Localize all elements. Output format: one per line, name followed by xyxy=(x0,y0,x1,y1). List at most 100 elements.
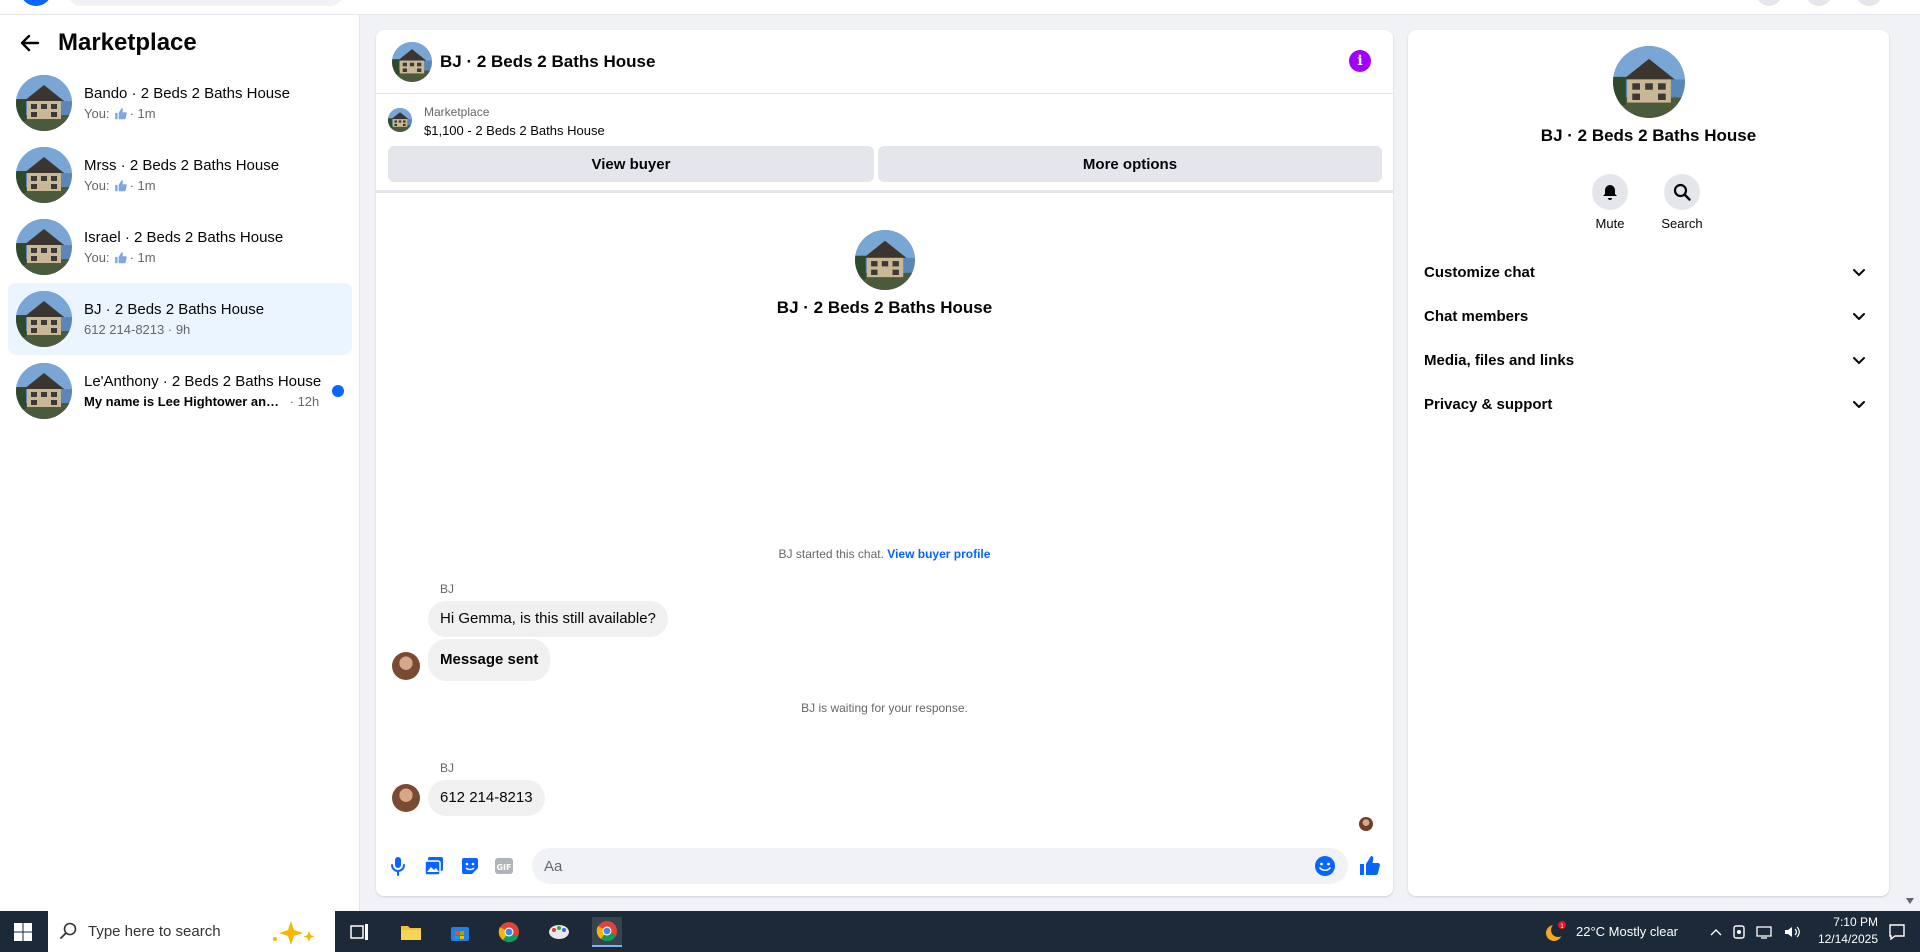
file-explorer-icon[interactable] xyxy=(396,917,426,947)
message-sender-label: BJ xyxy=(440,761,455,775)
conversation-name: Le'Anthony · 2 Beds 2 Baths House xyxy=(84,373,322,390)
chat-title[interactable]: BJ · 2 Beds 2 Baths House xyxy=(440,52,655,72)
message-bubble[interactable]: Hi Gemma, is this still available? xyxy=(428,601,668,637)
chat-members-section[interactable]: Chat members xyxy=(1416,294,1881,338)
conversation-details-panel: BJ · 2 Beds 2 Baths House Mute Search Cu… xyxy=(1408,30,1889,896)
chat-intro-thumbnail xyxy=(855,230,915,290)
chat-header: BJ · 2 Beds 2 Baths House i xyxy=(376,30,1393,94)
system-tray xyxy=(1710,911,1802,952)
profile-avatar[interactable] xyxy=(1856,0,1882,6)
conversation-item-bj[interactable]: BJ · 2 Beds 2 Baths House 612 214-8213 ·… xyxy=(8,283,352,355)
chrome-icon[interactable] xyxy=(494,917,524,947)
weather-text: 22°C Mostly clear xyxy=(1576,924,1679,939)
conversation-list: Bando · 2 Beds 2 Baths House You: · 1m Mr… xyxy=(8,67,352,427)
windows-start-icon[interactable] xyxy=(14,923,32,941)
customize-chat-section[interactable]: Customize chat xyxy=(1416,250,1881,294)
listing-price[interactable]: $1,100 - 2 Beds 2 Baths House xyxy=(424,123,605,138)
details-name: BJ · 2 Beds 2 Baths House xyxy=(1540,126,1757,145)
like-thumb-icon xyxy=(114,107,128,121)
search-icon xyxy=(60,922,77,939)
microsoft-store-icon[interactable] xyxy=(445,917,475,947)
search-in-conversation-button[interactable]: Search xyxy=(1652,174,1712,231)
meet-now-icon[interactable] xyxy=(1732,924,1746,940)
view-buyer-profile-link[interactable]: View buyer profile xyxy=(887,547,990,561)
sidebar-title: Marketplace xyxy=(58,29,197,56)
clock-time: 7:10 PM xyxy=(1833,915,1878,929)
mute-button[interactable]: Mute xyxy=(1580,174,1640,231)
sender-avatar[interactable] xyxy=(392,652,420,680)
chat-intro: BJ · 2 Beds 2 Baths House xyxy=(376,230,1393,318)
chevron-up-icon[interactable] xyxy=(1710,927,1722,937)
task-view-icon[interactable] xyxy=(345,917,375,947)
conversation-name: Mrss · 2 Beds 2 Baths House xyxy=(84,157,280,174)
details-thumbnail xyxy=(1613,46,1685,118)
chat-intro-name: BJ · 2 Beds 2 Baths House xyxy=(776,298,993,317)
message-bubble[interactable]: 612 214-8213 xyxy=(428,780,545,816)
taskbar-search-placeholder: Type here to search xyxy=(88,923,221,940)
emoji-icon[interactable] xyxy=(1314,855,1336,877)
volume-icon[interactable] xyxy=(1784,925,1802,939)
listing-thumbnail xyxy=(16,147,72,203)
svg-text:GIF: GIF xyxy=(496,863,511,872)
chrome-active-window-icon[interactable] xyxy=(592,917,622,947)
more-options-button[interactable]: More options xyxy=(878,146,1382,182)
listing-source-label: Marketplace xyxy=(424,105,490,119)
like-thumb-icon xyxy=(114,179,128,193)
weather-widget[interactable]: 1 22°C Mostly clear xyxy=(1544,911,1678,952)
message-sender-label: BJ xyxy=(440,582,455,596)
search-highlight-icon[interactable] xyxy=(265,919,325,945)
message-bubble[interactable]: Message sent xyxy=(428,639,551,681)
facebook-logo-icon[interactable] xyxy=(20,0,52,6)
search-icon xyxy=(1673,183,1691,201)
message-composer: GIF xyxy=(376,846,1393,886)
chat-header-thumbnail[interactable] xyxy=(392,42,432,82)
chat-panel: BJ · 2 Beds 2 Baths House i Marketplace … xyxy=(376,30,1393,896)
listing-thumbnail xyxy=(16,75,72,131)
chevron-down-icon xyxy=(1851,264,1867,280)
paint-app-icon[interactable] xyxy=(544,917,574,947)
conversation-name: Israel · 2 Beds 2 Baths House xyxy=(84,229,284,246)
media-files-links-section[interactable]: Media, files and links xyxy=(1416,338,1881,382)
facebook-search-input[interactable] xyxy=(68,0,343,6)
conversation-sidebar: Marketplace Bando · 2 Beds 2 Baths House… xyxy=(0,15,360,911)
listing-thumbnail xyxy=(16,219,72,275)
conversation-info-icon[interactable]: i xyxy=(1349,50,1371,72)
sender-avatar[interactable] xyxy=(392,784,420,812)
notification-center-icon[interactable] xyxy=(1888,923,1906,941)
chevron-down-icon xyxy=(1851,308,1867,324)
conversation-name: BJ · 2 Beds 2 Baths House xyxy=(84,301,265,318)
listing-thumbnail xyxy=(16,363,72,419)
taskbar-clock[interactable]: 7:10 PM 12/14/2025 xyxy=(1818,914,1878,948)
waiting-notice: BJ is waiting for your response. xyxy=(801,701,968,715)
microphone-icon[interactable] xyxy=(388,856,408,876)
like-thumb-icon xyxy=(114,251,128,265)
sticker-icon[interactable] xyxy=(460,856,480,876)
chat-started-notice: BJ started this chat. View buyer profile xyxy=(778,547,991,561)
view-buyer-button[interactable]: View buyer xyxy=(388,146,874,182)
photo-attach-icon[interactable] xyxy=(424,856,444,876)
scroll-down-arrow-icon[interactable] xyxy=(1906,898,1914,904)
bell-icon xyxy=(1603,185,1617,200)
gif-icon[interactable]: GIF xyxy=(494,856,514,876)
chevron-down-icon xyxy=(1851,352,1867,368)
menu-icon[interactable] xyxy=(1756,0,1782,6)
network-icon[interactable] xyxy=(1756,925,1774,939)
conversation-item-bando[interactable]: Bando · 2 Beds 2 Baths House You: · 1m xyxy=(8,67,352,139)
send-like-icon[interactable] xyxy=(1358,854,1382,878)
conversation-item-leanthony[interactable]: Le'Anthony · 2 Beds 2 Baths House My nam… xyxy=(8,355,352,427)
listing-banner: Marketplace $1,100 - 2 Beds 2 Baths Hous… xyxy=(376,94,1393,193)
listing-thumbnail xyxy=(16,291,72,347)
windows-taskbar: Type here to search 1 22°C Mostly clear … xyxy=(0,911,1920,952)
clock-date: 12/14/2025 xyxy=(1817,932,1878,946)
weather-moon-icon: 1 xyxy=(1546,920,1566,941)
unread-indicator xyxy=(332,385,344,397)
conversation-item-mrss[interactable]: Mrss · 2 Beds 2 Baths House You: · 1m xyxy=(8,139,352,211)
message-input[interactable] xyxy=(532,848,1348,884)
back-arrow-icon[interactable] xyxy=(18,31,42,55)
privacy-support-section[interactable]: Privacy & support xyxy=(1416,382,1881,426)
conversation-item-israel[interactable]: Israel · 2 Beds 2 Baths House You: · 1m xyxy=(8,211,352,283)
listing-banner-thumbnail[interactable] xyxy=(388,108,412,132)
notifications-icon[interactable] xyxy=(1806,0,1832,6)
taskbar-search-box[interactable]: Type here to search xyxy=(48,911,335,952)
sidebar-header: Marketplace xyxy=(18,29,197,57)
